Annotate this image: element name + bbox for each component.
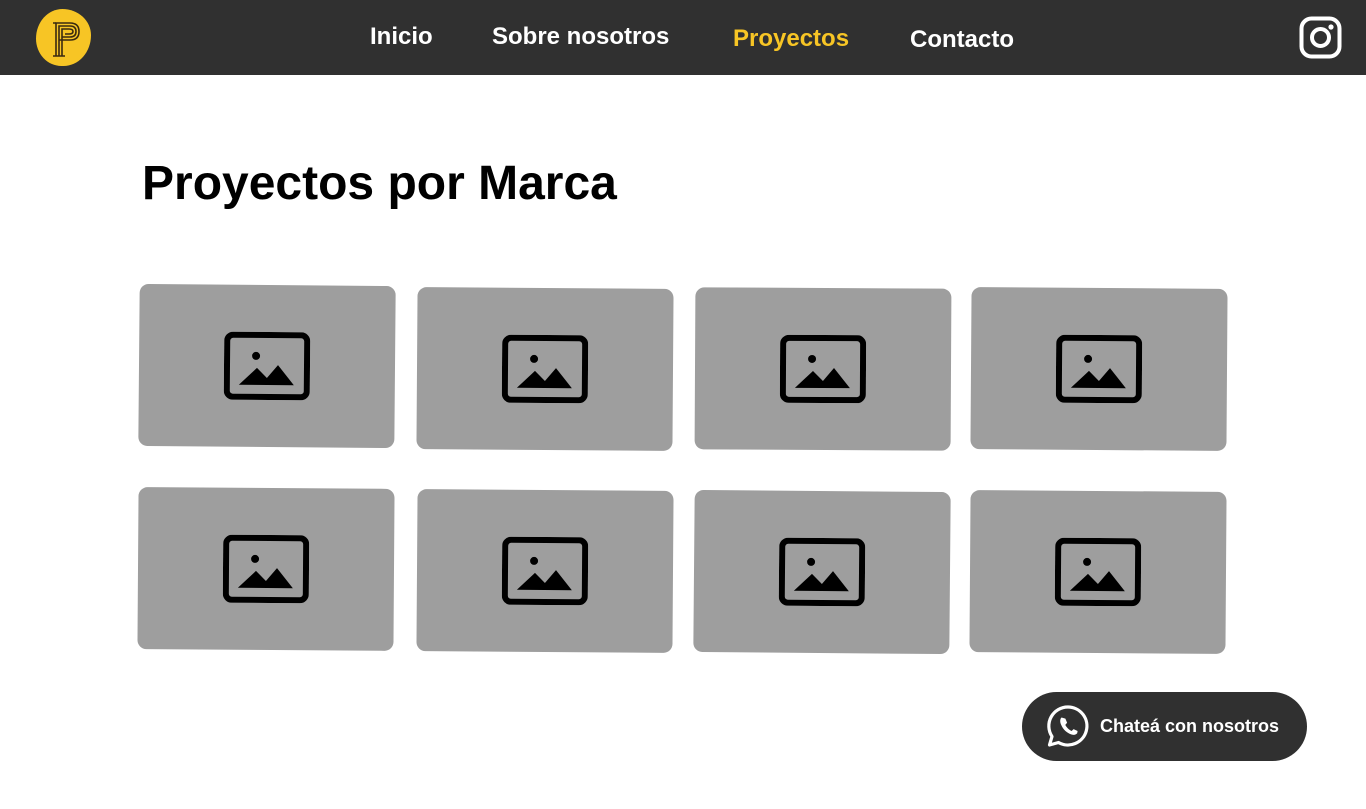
project-card[interactable] bbox=[416, 287, 674, 451]
instagram-icon bbox=[1299, 16, 1342, 59]
whatsapp-chat-button[interactable]: Chateá con nosotros bbox=[1022, 692, 1307, 761]
whatsapp-icon bbox=[1047, 705, 1089, 747]
instagram-link[interactable] bbox=[1299, 16, 1342, 59]
nav-link-proyectos[interactable]: Proyectos bbox=[733, 27, 849, 51]
image-placeholder-icon bbox=[778, 537, 866, 607]
image-placeholder-icon bbox=[1055, 334, 1143, 404]
project-card[interactable] bbox=[416, 489, 674, 653]
image-placeholder-icon bbox=[779, 334, 867, 404]
image-placeholder-icon bbox=[222, 534, 310, 604]
image-placeholder-icon bbox=[501, 334, 589, 404]
project-card[interactable] bbox=[693, 489, 951, 655]
whatsapp-chat-label: Chateá con nosotros bbox=[1100, 716, 1280, 736]
p-letter-logo-icon bbox=[53, 22, 80, 57]
nav-link-sobre-nosotros[interactable]: Sobre nosotros bbox=[492, 25, 669, 49]
project-card[interactable] bbox=[970, 287, 1228, 451]
nav-link-inicio[interactable]: Inicio bbox=[370, 25, 433, 49]
project-card[interactable] bbox=[138, 283, 396, 449]
image-placeholder-icon bbox=[1054, 537, 1142, 607]
page-title: Proyectos por Marca bbox=[142, 157, 617, 210]
project-card[interactable] bbox=[969, 490, 1227, 654]
image-placeholder-icon bbox=[501, 536, 589, 606]
project-card[interactable] bbox=[694, 287, 952, 451]
image-placeholder-icon bbox=[223, 331, 311, 401]
project-card[interactable] bbox=[137, 487, 395, 651]
nav-link-contacto[interactable]: Contacto bbox=[910, 28, 1014, 52]
top-navbar: Inicio Sobre nosotros Proyectos Contacto bbox=[0, 0, 1366, 75]
logo[interactable] bbox=[36, 9, 91, 66]
